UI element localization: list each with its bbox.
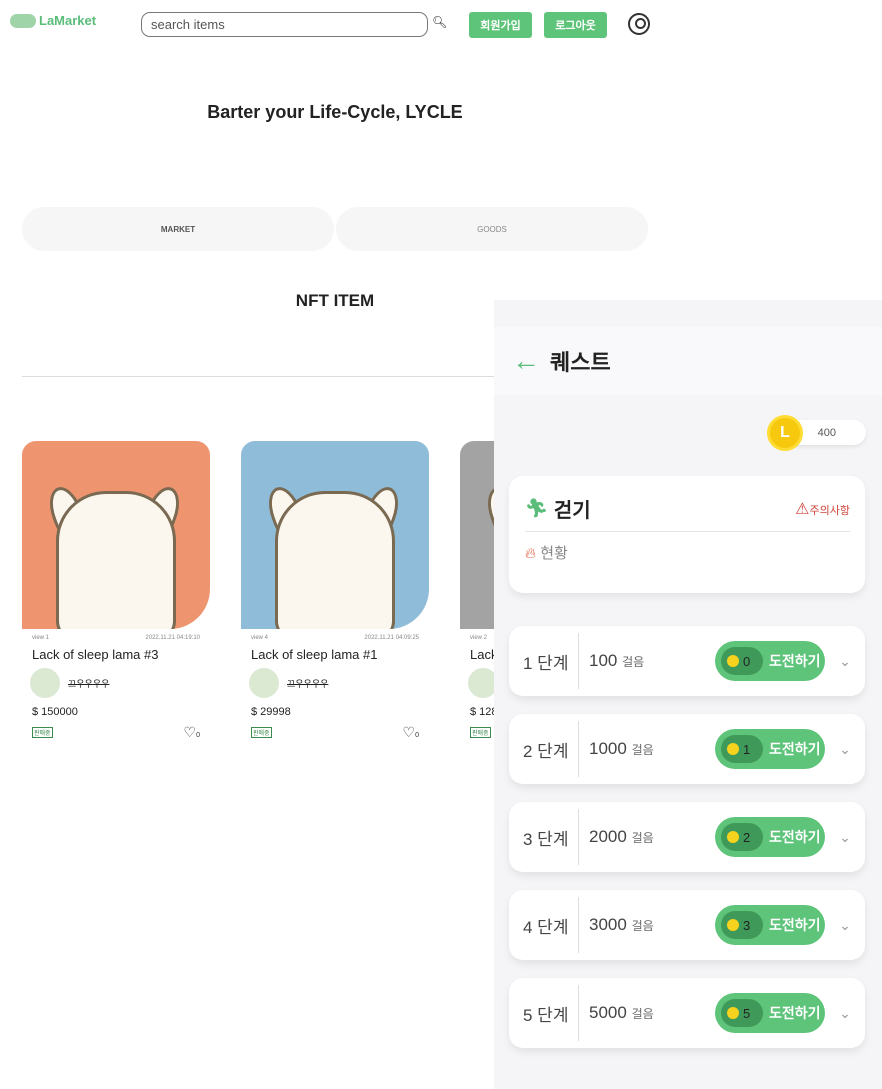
nft-image[interactable] — [241, 441, 429, 629]
challenge-label: 도전하기 — [769, 1005, 821, 1021]
divider — [22, 376, 502, 377]
step-unit: 걸음 — [631, 1007, 654, 1021]
fire-icon: 🔥︎ — [525, 545, 537, 562]
logo-text: LaMarket — [39, 13, 97, 28]
status-label: 현황 — [540, 545, 568, 562]
quest-step: 2 단계 1000 걸음 1 도전하기 ⌄ — [509, 714, 865, 784]
challenge-button[interactable]: 2 도전하기 — [715, 817, 825, 857]
coin-reward: 2 — [743, 829, 751, 845]
nft-item-card[interactable]: view 1 2022.11.21 04:19:10 Lack of sleep … — [22, 441, 210, 751]
nft-image[interactable] — [22, 441, 210, 629]
view-count: view 4 — [251, 635, 269, 641]
coin-icon — [727, 1007, 739, 1019]
chevron-down-icon[interactable]: ⌄ — [825, 1005, 865, 1022]
quest-panel: ← 퀘스트 L 400 🏃︎ 걷기 ⚠주의사항 🔥︎ 현황 1 단계 100 걸음… — [494, 300, 882, 1089]
chevron-down-icon[interactable]: ⌄ — [825, 829, 865, 846]
seller-name: 끄우우우우 — [287, 678, 329, 689]
running-icon: 🏃︎ — [525, 498, 548, 518]
chevron-down-icon[interactable]: ⌄ — [825, 653, 865, 670]
step-level: 5 단계 — [509, 985, 579, 1041]
coin-reward: 1 — [743, 741, 751, 757]
item-date: 2022.11.21 04:09:25 — [364, 635, 419, 641]
seller-avatar — [30, 668, 60, 698]
chevron-down-icon[interactable]: ⌄ — [825, 917, 865, 934]
coin-icon: L — [767, 415, 803, 451]
heart-icon: ♡ — [402, 724, 416, 740]
quest-step: 4 단계 3000 걸음 3 도전하기 ⌄ — [509, 890, 865, 960]
like-count: 0 — [196, 732, 200, 739]
like-button[interactable]: ♡0 — [184, 724, 200, 741]
lama-illustration — [56, 491, 176, 629]
lama-illustration — [275, 491, 395, 629]
step-count: 2000 — [589, 827, 627, 846]
seller-avatar — [249, 668, 279, 698]
like-count: 0 — [415, 732, 419, 739]
logo[interactable]: LaMarket — [10, 13, 96, 28]
quest-header: ← 퀘스트 — [494, 327, 882, 395]
tagline: Barter your Life-Cycle, LYCLE — [207, 102, 463, 122]
item-title[interactable]: Lack of sleep lama #1 — [251, 647, 419, 662]
step-level: 4 단계 — [509, 897, 579, 953]
warning-link[interactable]: ⚠주의사항 — [795, 499, 850, 519]
challenge-button[interactable]: 5 도전하기 — [715, 993, 825, 1033]
item-price: $ 150000 — [32, 706, 78, 718]
quest-category: 걷기 — [553, 500, 591, 522]
search-input[interactable]: search items — [141, 12, 428, 37]
quest-step: 5 단계 5000 걸음 5 도전하기 ⌄ — [509, 978, 865, 1048]
category-tabs: MARKET GOODS — [22, 207, 648, 251]
like-button[interactable]: ♡0 — [403, 724, 419, 741]
step-unit: 걸음 — [631, 743, 654, 757]
step-level: 3 단계 — [509, 809, 579, 865]
nft-item-card[interactable]: view 4 2022.11.21 04:09:25 Lack of sleep … — [241, 441, 429, 751]
coin-reward: 0 — [743, 653, 751, 669]
logo-icon — [10, 13, 36, 28]
warning-label: 주의사항 — [809, 504, 850, 517]
view-count: view 2 — [470, 635, 488, 641]
user-profile-icon[interactable] — [628, 13, 650, 35]
step-unit: 걸음 — [631, 919, 654, 933]
view-count: view 1 — [32, 635, 50, 641]
tab-goods[interactable]: GOODS — [336, 207, 648, 251]
step-level: 1 단계 — [509, 633, 579, 689]
logout-button[interactable]: 로그아웃 — [544, 12, 607, 38]
step-unit: 걸음 — [622, 655, 645, 669]
status-badge: 판매중 — [470, 727, 491, 738]
challenge-button[interactable]: 1 도전하기 — [715, 729, 825, 769]
challenge-label: 도전하기 — [769, 829, 821, 845]
tab-market[interactable]: MARKET — [22, 207, 334, 251]
coin-reward: 3 — [743, 917, 751, 933]
step-count: 3000 — [589, 915, 627, 934]
challenge-label: 도전하기 — [769, 741, 821, 757]
coin-icon — [727, 919, 739, 931]
back-arrow-icon[interactable]: ← — [512, 345, 540, 377]
step-count: 5000 — [589, 1003, 627, 1022]
challenge-label: 도전하기 — [769, 653, 821, 669]
coin-icon — [727, 655, 739, 667]
search-icon[interactable]: 🔍︎ — [432, 15, 447, 29]
quest-step: 3 단계 2000 걸음 2 도전하기 ⌄ — [509, 802, 865, 872]
item-price: $ 29998 — [251, 706, 291, 718]
chevron-down-icon[interactable]: ⌄ — [825, 741, 865, 758]
status-badge: 판매중 — [251, 727, 272, 738]
quest-step: 1 단계 100 걸음 0 도전하기 ⌄ — [509, 626, 865, 696]
coin-reward: 5 — [743, 1005, 751, 1021]
step-count: 100 — [589, 651, 618, 670]
challenge-button[interactable]: 3 도전하기 — [715, 905, 825, 945]
challenge-button[interactable]: 0 도전하기 — [715, 641, 825, 681]
quest-category-card: 🏃︎ 걷기 ⚠주의사항 🔥︎ 현황 — [509, 476, 865, 593]
coin-icon — [727, 831, 739, 843]
coin-icon — [727, 743, 739, 755]
warning-icon: ⚠ — [795, 500, 810, 518]
quest-title: 퀘스트 — [550, 350, 611, 375]
step-unit: 걸음 — [631, 831, 654, 845]
seller-name: 끄우우우우 — [68, 678, 110, 689]
signup-button[interactable]: 회원가입 — [469, 12, 532, 38]
challenge-label: 도전하기 — [769, 917, 821, 933]
step-count: 1000 — [589, 739, 627, 758]
item-date: 2022.11.21 04:19:10 — [145, 635, 200, 641]
item-title[interactable]: Lack of sleep lama #3 — [32, 647, 200, 662]
status-badge: 판매중 — [32, 727, 53, 738]
step-level: 2 단계 — [509, 721, 579, 777]
heart-icon: ♡ — [183, 724, 197, 740]
